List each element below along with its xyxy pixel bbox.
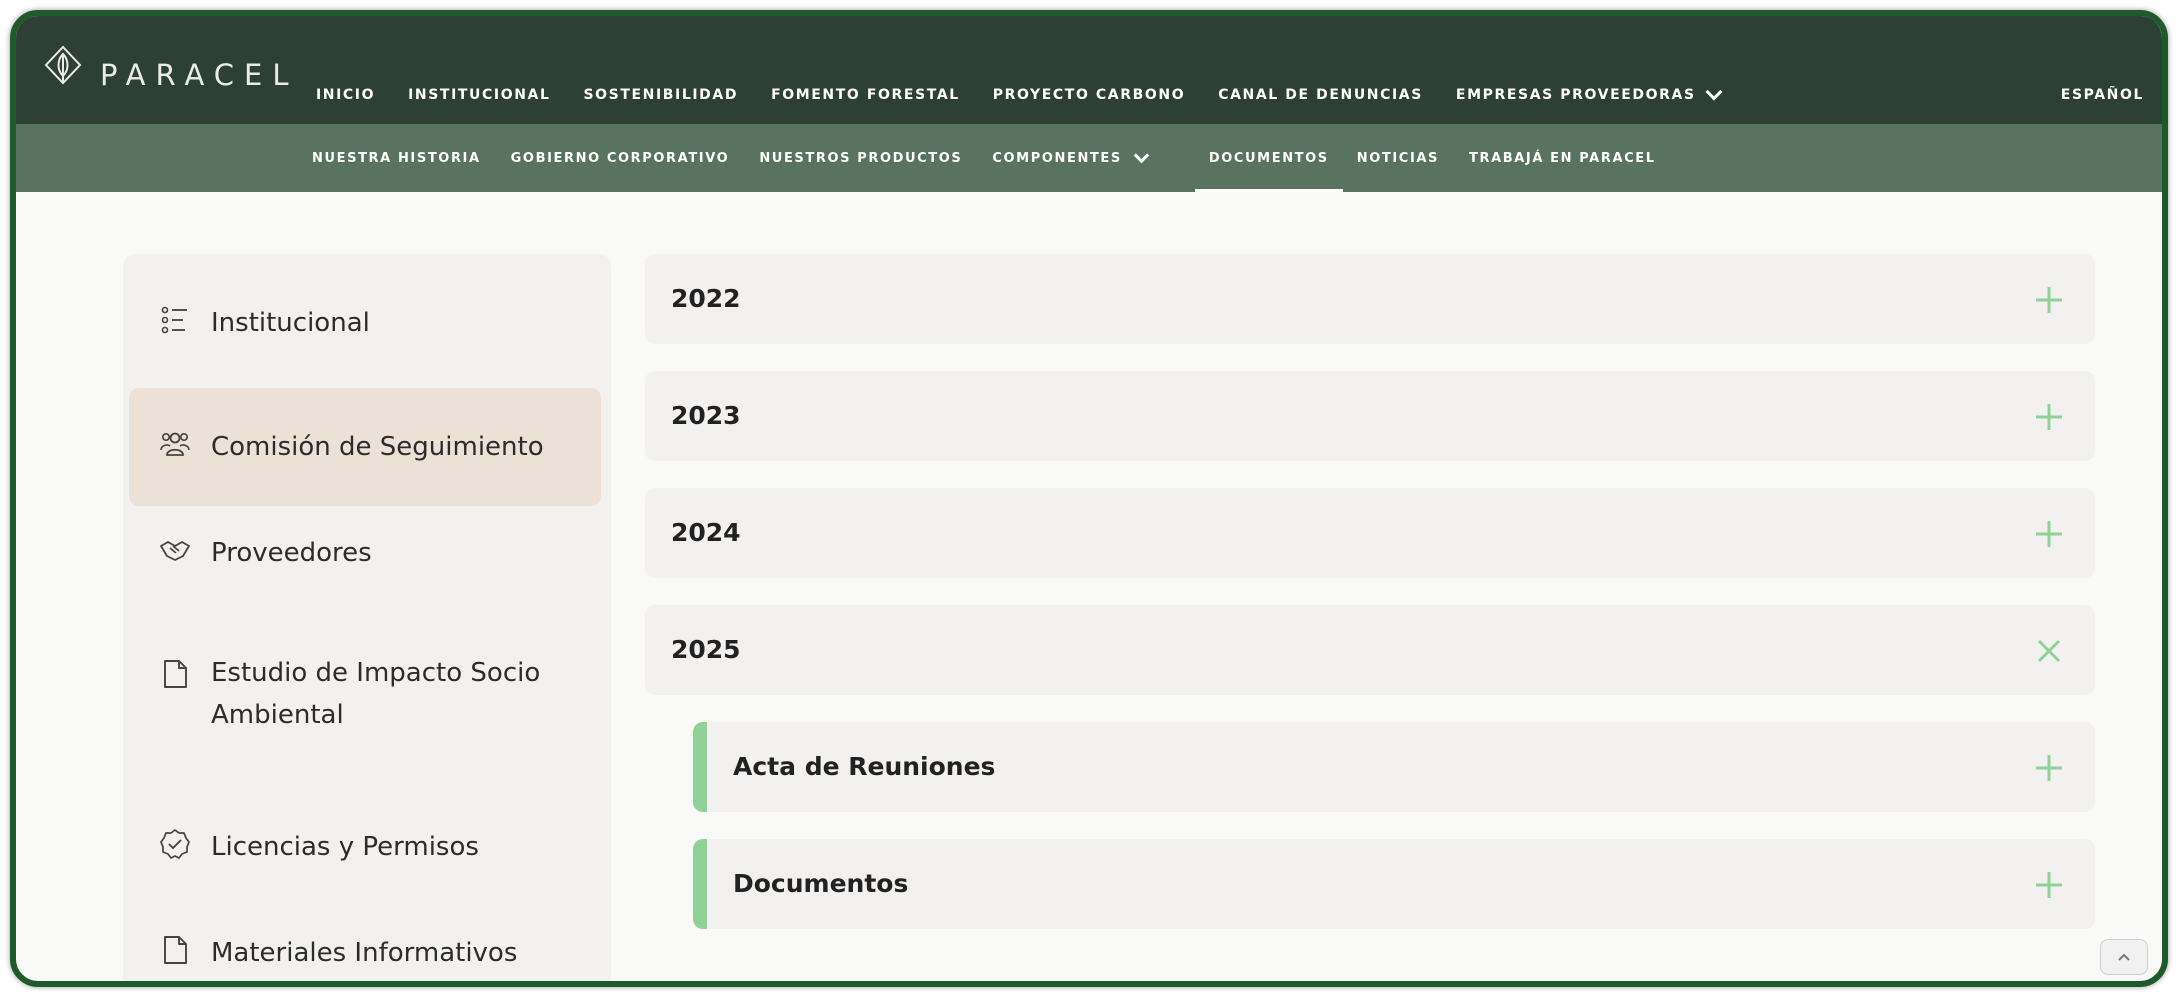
subnav-gobierno-corporativo[interactable]: GOBIERNO CORPORATIVO xyxy=(511,124,730,192)
sidebar-item-label-line2: Ambiental xyxy=(211,700,344,730)
top-navigation-bar: PARACEL INICIO INSTITUCIONAL SOSTENIBILI… xyxy=(16,16,2162,124)
accordion-title: 2025 xyxy=(671,635,741,664)
plus-icon[interactable] xyxy=(2033,518,2065,550)
accordion-2023[interactable]: 2023 xyxy=(645,371,2095,461)
document-icon xyxy=(164,936,187,964)
subnav-componentes-label: COMPONENTES xyxy=(992,150,1122,166)
accordion-title: 2023 xyxy=(671,401,741,430)
plus-icon[interactable] xyxy=(2033,401,2065,433)
sub-navigation-bar: NUESTRA HISTORIA GOBIERNO CORPORATIVO NU… xyxy=(16,124,2162,192)
plus-icon[interactable] xyxy=(2033,752,2065,784)
subnav-documentos[interactable]: DOCUMENTOS xyxy=(1194,124,1343,192)
main-menu: INICIO INSTITUCIONAL SOSTENIBILIDAD FOME… xyxy=(316,83,1753,103)
sub-accordion-title: Acta de Reuniones xyxy=(733,752,996,781)
sidebar-item-label: Proveedores xyxy=(211,538,372,568)
accordion-2022[interactable]: 2022 xyxy=(645,254,2095,344)
badge-check-icon xyxy=(160,829,190,859)
nav-empresas-proveedoras[interactable]: EMPRESAS PROVEEDORAS xyxy=(1455,83,1723,103)
sidebar-item-label: Licencias y Permisos xyxy=(211,832,479,862)
close-icon[interactable] xyxy=(2033,635,2065,667)
accordion-2024[interactable]: 2024 xyxy=(645,488,2095,578)
people-icon xyxy=(160,432,190,456)
subnav-noticias[interactable]: NOTICIAS xyxy=(1357,124,1439,192)
sidebar-item-label-line1: Estudio de Impacto Socio xyxy=(211,658,541,688)
accordion-title: 2022 xyxy=(671,284,741,313)
nav-sostenibilidad[interactable]: SOSTENIBILIDAD xyxy=(583,87,738,103)
nav-institucional[interactable]: INSTITUCIONAL xyxy=(408,87,550,103)
nav-empresas-proveedoras-label: EMPRESAS PROVEEDORAS xyxy=(1455,87,1696,103)
sidebar-item-materiales-informativos[interactable]: Materiales Informativos xyxy=(129,920,601,981)
chevron-down-icon xyxy=(1705,83,1723,101)
accordion-title: 2024 xyxy=(671,518,741,547)
nav-canal-de-denuncias[interactable]: CANAL DE DENUNCIAS xyxy=(1218,87,1423,103)
sub-accordion-acta-de-reuniones[interactable]: Acta de Reuniones xyxy=(693,722,2095,812)
document-categories-sidebar: Institucional Comisión de Seguimiento Pr… xyxy=(123,254,611,981)
sub-accordion-documentos[interactable]: Documentos xyxy=(693,839,2095,929)
nav-fomento-forestal[interactable]: FOMENTO FORESTAL xyxy=(771,87,960,103)
subnav-nuestra-historia[interactable]: NUESTRA HISTORIA xyxy=(312,124,481,192)
brand-logo[interactable]: PARACEL xyxy=(42,38,299,92)
subnav-componentes[interactable]: COMPONENTES xyxy=(992,124,1150,192)
sidebar-item-label: Materiales Informativos xyxy=(211,938,518,968)
sidebar-item-proveedores[interactable]: Proveedores xyxy=(129,520,601,586)
sub-menu: NUESTRA HISTORIA GOBIERNO CORPORATIVO NU… xyxy=(312,124,1686,192)
chevron-down-icon xyxy=(1133,147,1150,163)
brand-name: PARACEL xyxy=(100,58,299,92)
chevron-up-icon xyxy=(2118,953,2130,961)
scroll-to-top-button[interactable] xyxy=(2100,939,2148,975)
subnav-nuestros-productos[interactable]: NUESTROS PRODUCTOS xyxy=(759,124,962,192)
nav-proyecto-carbono[interactable]: PROYECTO CARBONO xyxy=(993,87,1185,103)
sidebar-item-label: Institucional xyxy=(211,308,370,338)
browser-frame: PARACEL INICIO INSTITUCIONAL SOSTENIBILI… xyxy=(10,10,2168,987)
leaf-logo-icon xyxy=(44,45,82,85)
sidebar-item-comision-de-seguimiento[interactable]: Comisión de Seguimiento xyxy=(129,388,601,506)
nav-inicio[interactable]: INICIO xyxy=(316,87,375,103)
handshake-icon xyxy=(160,541,190,561)
list-icon xyxy=(161,306,187,334)
subnav-trabaja-en-paracel[interactable]: TRABAJÁ EN PARACEL xyxy=(1469,124,1656,192)
language-selector[interactable]: ESPAÑOL xyxy=(2061,87,2144,103)
sidebar-item-institucional[interactable]: Institucional xyxy=(129,290,601,356)
sidebar-item-label: Comisión de Seguimiento xyxy=(211,432,544,462)
sidebar-item-licencias-y-permisos[interactable]: Licencias y Permisos xyxy=(129,814,601,880)
sidebar-item-estudio-impacto[interactable]: Estudio de Impacto Socio Ambiental xyxy=(129,652,601,762)
accordion-2025[interactable]: 2025 xyxy=(645,605,2095,695)
plus-icon[interactable] xyxy=(2033,869,2065,901)
sub-accordion-title: Documentos xyxy=(733,869,909,898)
plus-icon[interactable] xyxy=(2033,284,2065,316)
document-icon xyxy=(164,660,187,688)
